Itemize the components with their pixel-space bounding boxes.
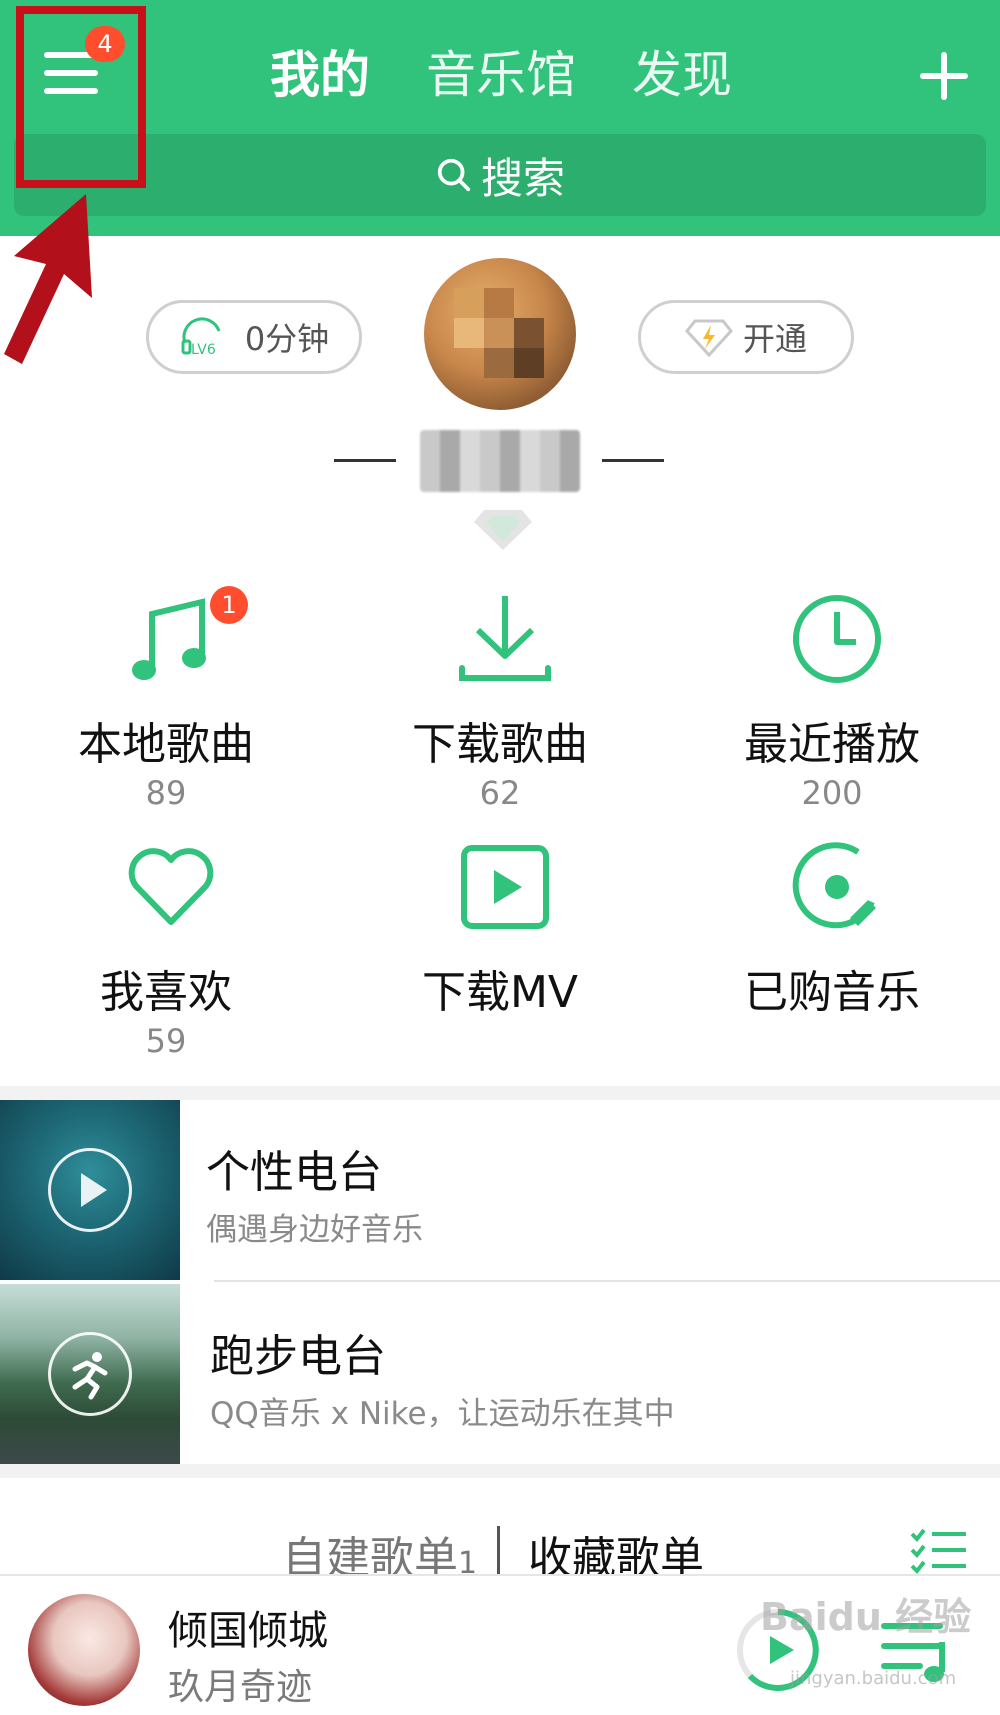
level-gem-icon [474, 510, 532, 550]
grid-label: 已购音乐 [744, 967, 920, 1018]
radio-subtitle: 偶遇身边好音乐 [206, 1212, 423, 1248]
listen-time-pill[interactable]: LV6 0分钟 [146, 300, 362, 374]
section-separator [0, 1464, 1000, 1478]
grid-count: 89 [145, 774, 187, 812]
avatar[interactable] [424, 258, 576, 410]
search-bar[interactable]: 搜索 [14, 134, 986, 216]
grid-count: 200 [801, 774, 863, 812]
diamond-icon [685, 319, 733, 357]
level-text: LV6 [191, 342, 216, 357]
grid-label: 最近播放 [744, 719, 920, 770]
grid-label: 我喜欢 [100, 967, 232, 1018]
runner-icon [48, 1332, 132, 1416]
watermark-logo: Baidu 经验 [760, 1595, 972, 1639]
search-placeholder: 搜索 [480, 153, 565, 203]
grid-count: 59 [145, 1022, 187, 1060]
play-circle-icon [48, 1148, 132, 1232]
grid-download-mv[interactable]: 下载MV [350, 838, 650, 1058]
name-divider-left [334, 459, 396, 462]
tab-discover[interactable]: 发现 [632, 42, 732, 108]
grid-local-songs[interactable]: 1 本地歌曲 89 [16, 586, 316, 820]
annotation-arrow-icon [4, 194, 92, 364]
radio-running-thumbnail [0, 1284, 180, 1464]
top-header: 4 我的 音乐馆 发现 搜索 [0, 0, 1000, 236]
song-artist: 玖月奇迹 [168, 1667, 313, 1708]
grid-download-songs[interactable]: 下载歌曲 62 [350, 590, 650, 820]
radio-title: 个性电台 [206, 1147, 382, 1198]
name-divider-right [602, 459, 664, 462]
grid-count: 62 [479, 774, 521, 812]
username-blurred [420, 430, 580, 492]
radio-subtitle: QQ音乐 x Nike，让运动乐在其中 [210, 1396, 675, 1432]
search-icon [437, 158, 471, 192]
add-button[interactable] [916, 48, 972, 104]
album-cover[interactable] [28, 1594, 140, 1706]
section-separator [0, 1086, 1000, 1100]
headphone-level-icon: LV6 [181, 317, 221, 357]
grid-label: 下载歌曲 [412, 719, 588, 770]
radio-personal[interactable]: 个性电台 偶遇身边好音乐 [0, 1100, 1000, 1280]
watermark-url: jingyan.baidu.com [790, 1668, 957, 1689]
radio-personal-thumbnail [0, 1100, 180, 1280]
heart-icon [128, 848, 214, 925]
row-divider [214, 1280, 1000, 1282]
listen-time-text: 0分钟 [244, 320, 330, 358]
vip-open-pill[interactable]: 开通 [638, 300, 854, 374]
song-title: 倾国倾城 [168, 1608, 328, 1654]
annotation-highlight-box [16, 6, 146, 188]
clock-icon [793, 595, 881, 683]
tab-music-hall[interactable]: 音乐馆 [426, 42, 576, 108]
grid-label: 本地歌曲 [78, 719, 254, 770]
grid-label: 下载MV [421, 967, 579, 1018]
music-note-icon [132, 598, 206, 680]
grid-recent-play[interactable]: 最近播放 200 [682, 590, 982, 820]
playlist-tab-divider [497, 1526, 500, 1576]
local-songs-badge: 1 [210, 586, 248, 624]
radio-running[interactable]: 跑步电台 QQ音乐 x Nike，让运动乐在其中 [0, 1284, 1000, 1464]
grid-purchased-music[interactable]: 已购音乐 [682, 838, 982, 1058]
video-play-icon [461, 845, 549, 929]
disc-icon [792, 842, 876, 929]
vip-open-text: 开通 [742, 320, 807, 358]
tab-mine[interactable]: 我的 [270, 42, 370, 108]
playlist-manage-icon[interactable] [910, 1526, 968, 1576]
radio-title: 跑步电台 [210, 1331, 386, 1382]
grid-favorites[interactable]: 我喜欢 59 [16, 838, 316, 1060]
download-icon [459, 596, 551, 681]
